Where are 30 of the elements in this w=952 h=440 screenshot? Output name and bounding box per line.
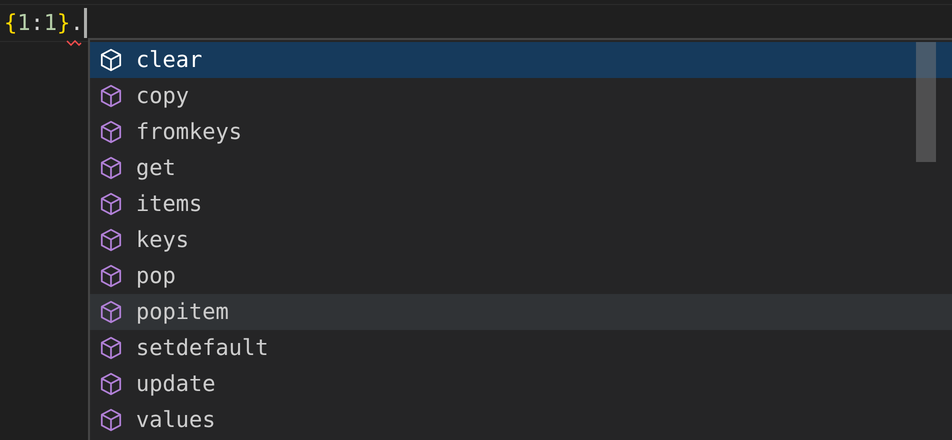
cube-icon [98,227,124,253]
cube-icon [98,299,124,325]
cube-icon [98,155,124,181]
code-token: 1 [44,10,57,38]
scrollbar-thumb[interactable] [916,42,936,162]
text-cursor [84,8,86,38]
code-token: . [70,6,84,40]
cube-icon [98,47,124,73]
suggestion-item[interactable]: keys [90,222,952,258]
suggestion-item[interactable]: popitem [90,294,952,330]
cube-icon [98,119,124,145]
code-token: 1 [17,10,30,38]
cube-icon [98,191,124,217]
cube-icon [98,335,124,361]
cube-icon [98,371,124,397]
suggestion-item[interactable]: pop [90,258,952,294]
suggestion-item[interactable]: update [90,366,952,402]
suggestion-item[interactable]: get [90,150,952,186]
suggestion-item[interactable]: fromkeys [90,114,952,150]
cube-icon [98,407,124,433]
suggestion-item[interactable]: items [90,186,952,222]
cube-icon [98,263,124,289]
code-token: : [30,10,44,38]
suggestion-item[interactable]: copy [90,78,952,114]
code-token: { [4,10,18,38]
suggestion-item[interactable]: setdefault [90,330,952,366]
suggestion-item[interactable]: values [90,402,952,438]
suggestion-item[interactable]: clear [90,42,952,78]
code-token: } [57,10,70,38]
cube-icon [98,83,124,109]
